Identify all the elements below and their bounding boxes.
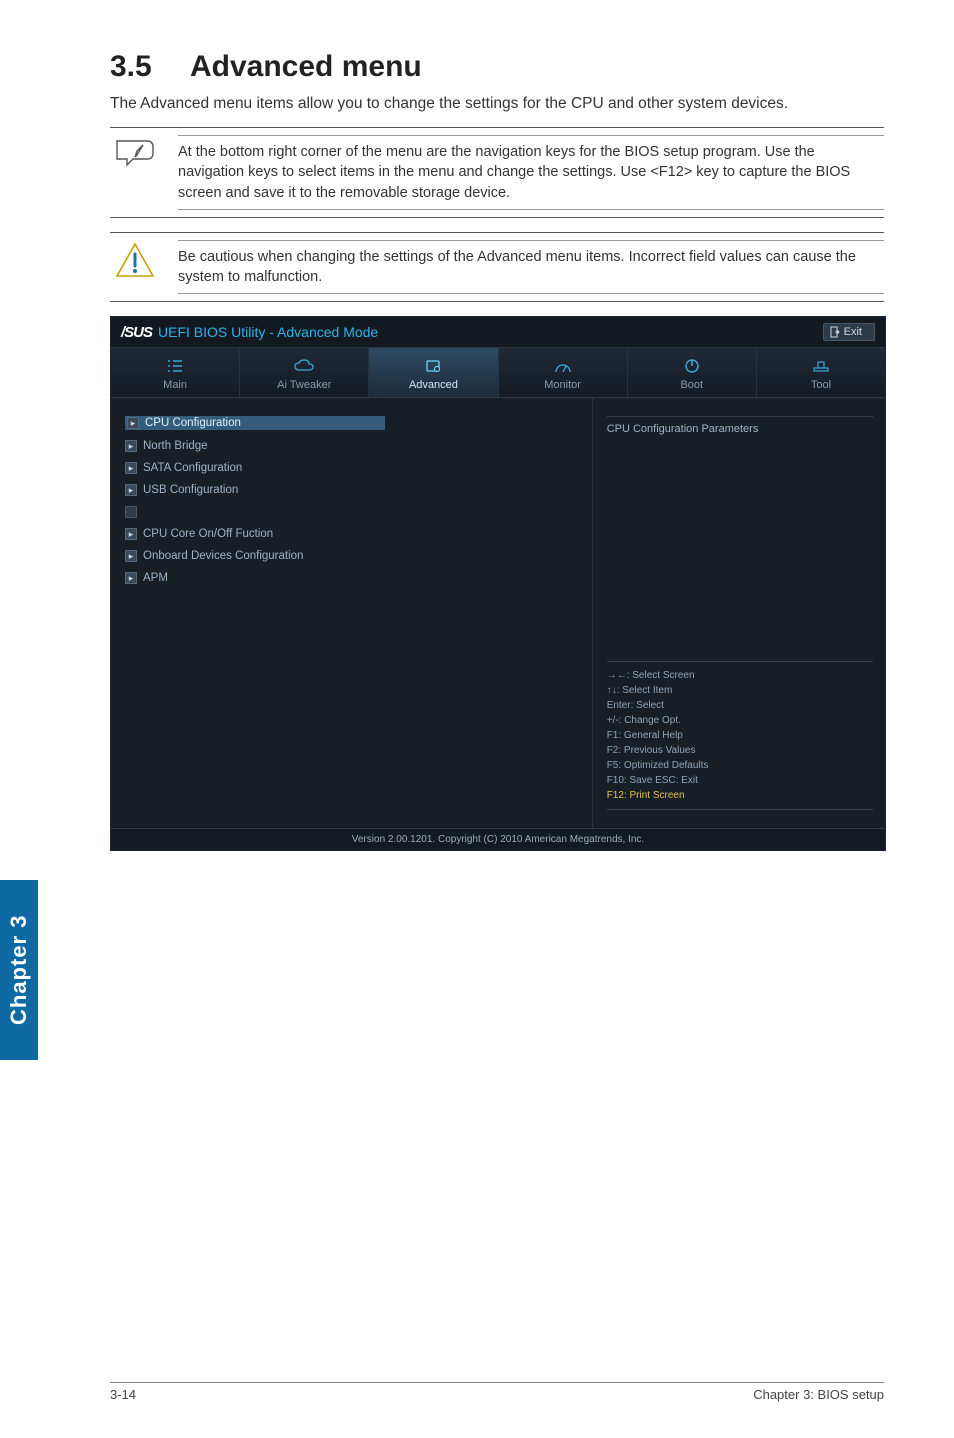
tool-icon <box>757 356 885 376</box>
svg-text:i: i <box>437 367 438 372</box>
exit-label: Exit <box>844 326 862 338</box>
chevron-right-icon: ▸ <box>125 440 137 452</box>
menu-cpu-configuration[interactable]: ▸ CPU Configuration <box>125 416 385 430</box>
note-block-pencil: At the bottom right corner of the menu a… <box>110 127 884 218</box>
note-block-caution: Be cautious when changing the settings o… <box>110 232 884 303</box>
chevron-right-icon: ▸ <box>125 528 137 540</box>
menu-sata-configuration[interactable]: ▸ SATA Configuration <box>125 462 578 474</box>
caution-icon <box>110 240 160 278</box>
tab-monitor-label: Monitor <box>544 379 581 391</box>
square-icon <box>125 506 137 518</box>
bios-right-panel: CPU Configuration Parameters →←: Select … <box>592 398 885 828</box>
bios-footer: Version 2.00.1201. Copyright (C) 2010 Am… <box>111 828 885 850</box>
list-icon <box>111 356 239 376</box>
bios-body: ▸ CPU Configuration ▸ North Bridge ▸ SATA C… <box>111 398 885 828</box>
bios-screenshot: /SUS UEFI BIOS Utility - Advanced Mode E… <box>110 316 886 851</box>
menu-onboard-devices[interactable]: ▸ Onboard Devices Configuration <box>125 550 578 562</box>
menu-label: APM <box>143 572 168 584</box>
menu-apm[interactable]: ▸ APM <box>125 572 578 584</box>
bios-title: /SUS UEFI BIOS Utility - Advanced Mode <box>121 324 378 341</box>
asus-logo: /SUS <box>121 324 152 341</box>
tab-boot[interactable]: Boot <box>628 348 757 397</box>
help-line: +/-: Change Opt. <box>607 713 873 728</box>
bios-menu-list: ▸ CPU Configuration ▸ North Bridge ▸ SATA C… <box>111 398 592 828</box>
power-icon <box>628 356 756 376</box>
chevron-right-icon: ▸ <box>127 417 139 429</box>
pencil-icon <box>110 135 160 167</box>
note-text-1: At the bottom right corner of the menu a… <box>178 142 884 203</box>
chevron-right-icon: ▸ <box>125 462 137 474</box>
cloud-icon <box>240 356 368 376</box>
chevron-right-icon: ▸ <box>125 550 137 562</box>
chapter-label: Chapter 3: BIOS setup <box>753 1387 884 1402</box>
bios-title-text: UEFI BIOS Utility - Advanced Mode <box>158 324 378 340</box>
section-number: 3.5 <box>110 50 190 84</box>
chevron-right-icon: ▸ <box>125 484 137 496</box>
menu-north-bridge[interactable]: ▸ North Bridge <box>125 440 578 452</box>
help-line: Enter: Select <box>607 698 873 713</box>
chevron-right-icon: ▸ <box>125 572 137 584</box>
chapter-side-tab: Chapter 3 <box>0 880 38 1060</box>
help-keys: →←: Select Screen ↑↓: Select Item Enter:… <box>607 661 873 810</box>
menu-label: SATA Configuration <box>143 462 242 474</box>
menu-label: CPU Configuration <box>145 417 241 429</box>
help-line: →←: Select Screen <box>607 668 873 683</box>
tab-advanced-label: Advanced <box>409 379 458 391</box>
tab-ai-tweaker[interactable]: Ai Tweaker <box>240 348 369 397</box>
help-line-highlight: F12: Print Screen <box>607 788 873 803</box>
chip-icon: i <box>369 356 497 376</box>
menu-label: Onboard Devices Configuration <box>143 550 303 562</box>
help-line: F10: Save ESC: Exit <box>607 773 873 788</box>
bios-tab-bar: Main Ai Tweaker i Advanced Monitor <box>111 348 885 398</box>
gauge-icon <box>499 356 627 376</box>
tab-tool[interactable]: Tool <box>757 348 885 397</box>
section-heading: 3.5Advanced menu <box>110 50 884 84</box>
tab-tweaker-label: Ai Tweaker <box>277 379 331 391</box>
menu-label: CPU Core On/Off Fuction <box>143 528 273 540</box>
exit-button[interactable]: Exit <box>823 323 875 341</box>
intro-paragraph: The Advanced menu items allow you to cha… <box>110 94 884 115</box>
menu-label: USB Configuration <box>143 484 238 496</box>
right-panel-title: CPU Configuration Parameters <box>607 416 873 435</box>
menu-usb-configuration[interactable]: ▸ USB Configuration <box>125 484 578 496</box>
note-text-2: Be cautious when changing the settings o… <box>178 247 884 288</box>
tab-boot-label: Boot <box>680 379 703 391</box>
bios-titlebar: /SUS UEFI BIOS Utility - Advanced Mode E… <box>111 317 885 348</box>
menu-cpu-core-onoff[interactable] <box>125 506 578 518</box>
help-line: F2: Previous Values <box>607 743 873 758</box>
tab-tool-label: Tool <box>811 379 831 391</box>
menu-cpu-core-onoff-row[interactable]: ▸ CPU Core On/Off Fuction <box>125 528 578 540</box>
page-footer: 3-14 Chapter 3: BIOS setup <box>110 1382 884 1402</box>
page-number: 3-14 <box>110 1387 136 1402</box>
help-line: F5: Optimized Defaults <box>607 758 873 773</box>
tab-main[interactable]: Main <box>111 348 240 397</box>
section-title: Advanced menu <box>190 50 422 83</box>
menu-label: North Bridge <box>143 440 208 452</box>
help-line: F1: General Help <box>607 728 873 743</box>
tab-monitor[interactable]: Monitor <box>499 348 628 397</box>
tab-main-label: Main <box>163 379 187 391</box>
tab-advanced[interactable]: i Advanced <box>369 348 498 397</box>
help-line: ↑↓: Select Item <box>607 683 873 698</box>
exit-icon <box>830 326 840 338</box>
